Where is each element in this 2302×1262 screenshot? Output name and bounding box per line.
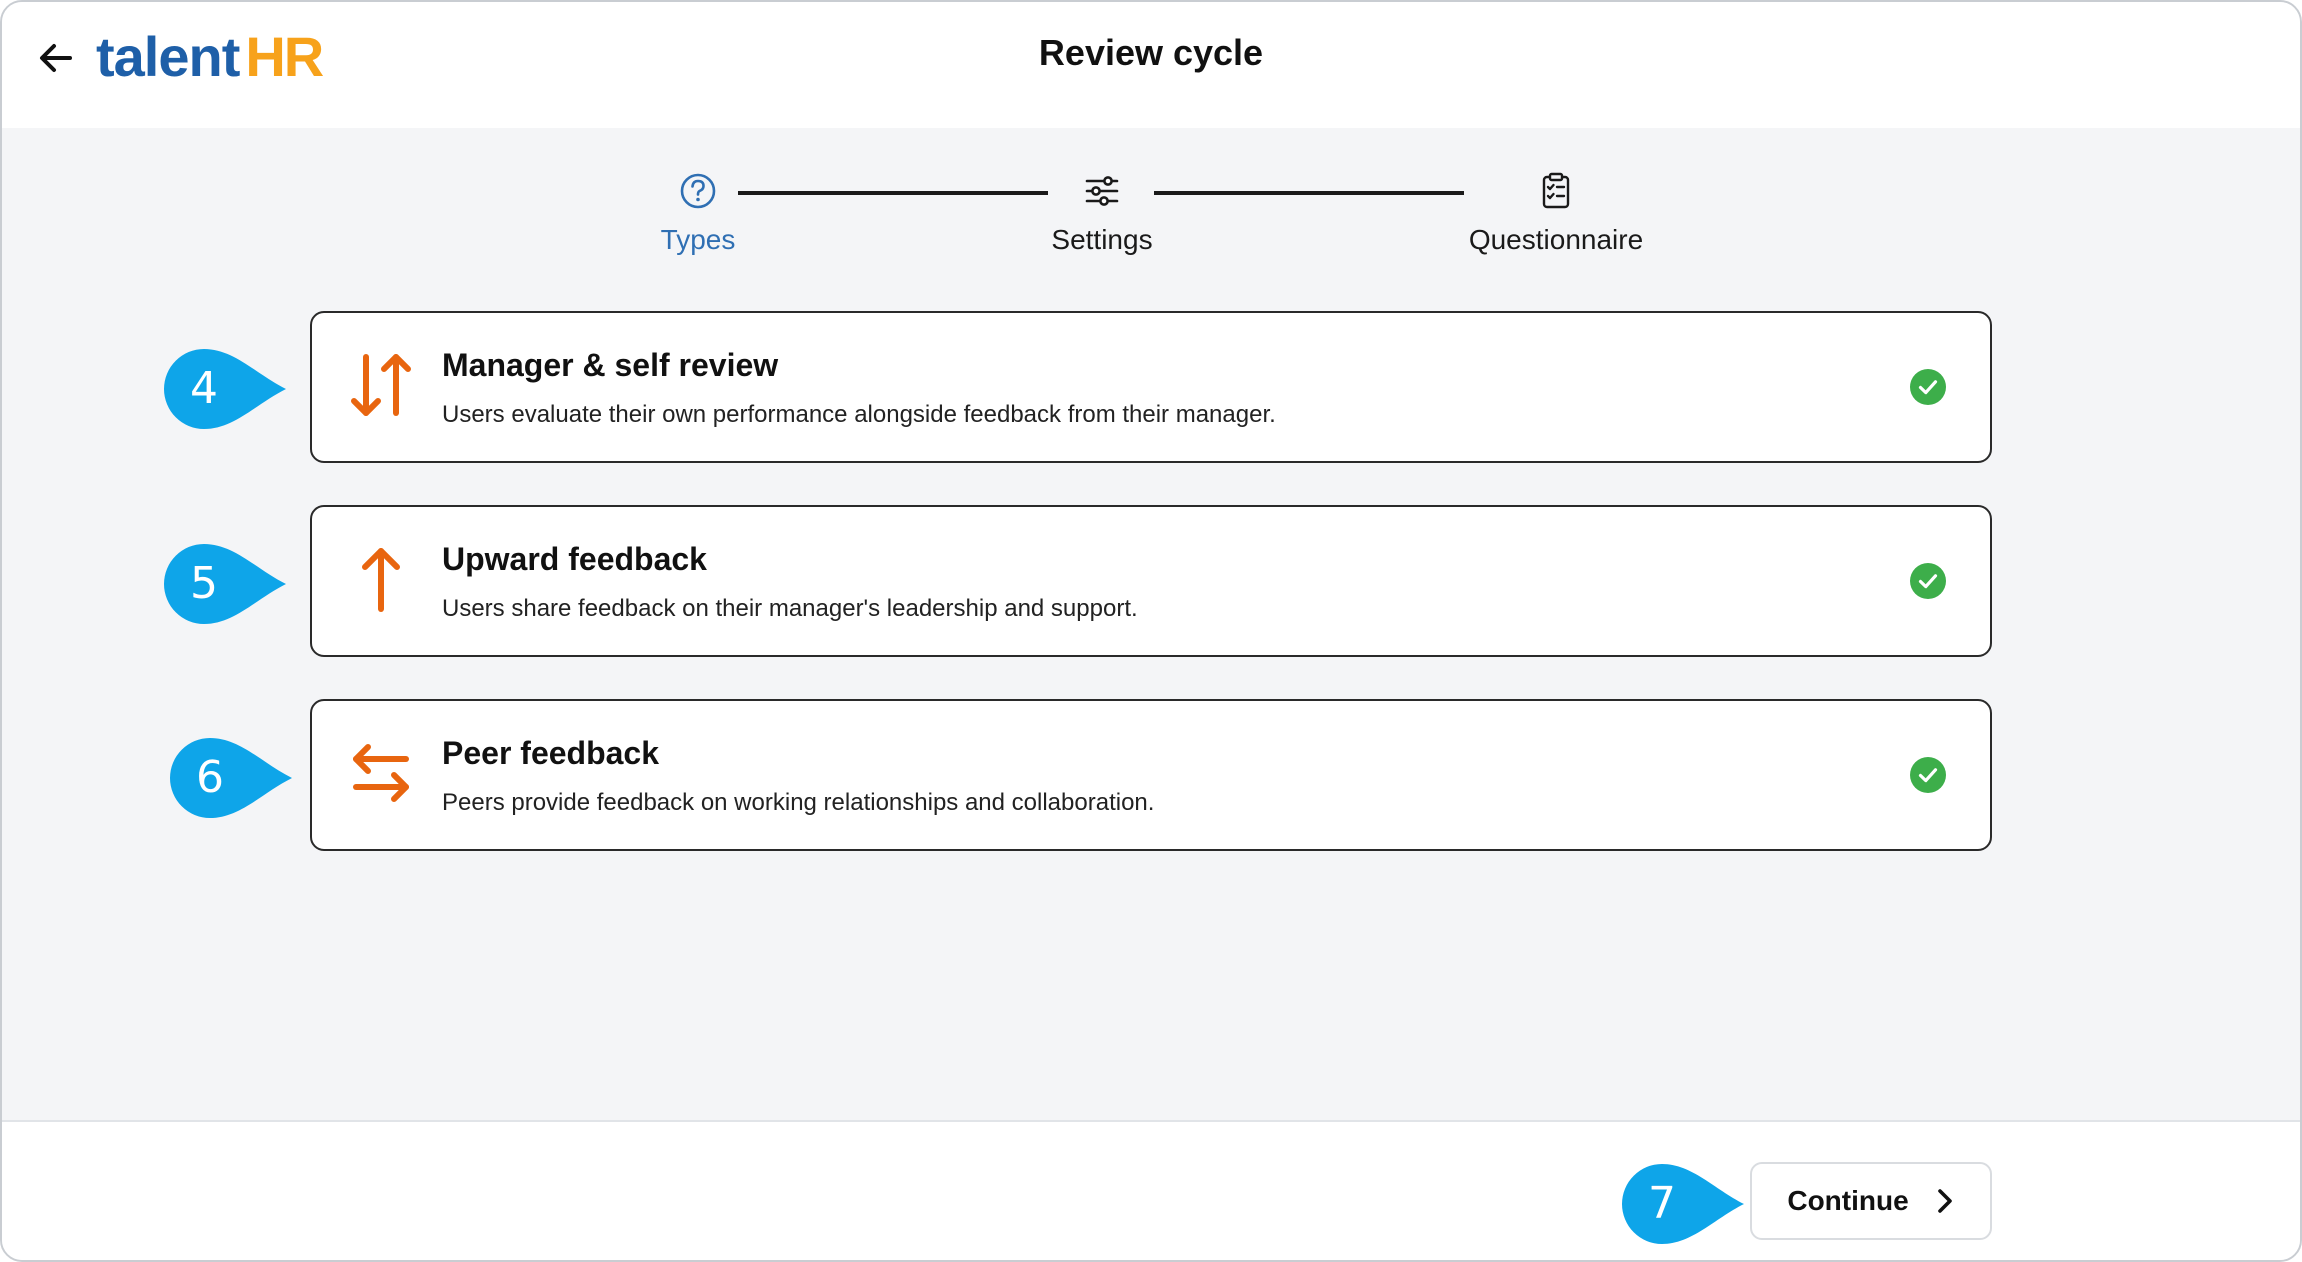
arrows-up-down-icon [351, 354, 411, 416]
clipboard-checklist-icon [1542, 172, 1570, 209]
header: talent HR Review cycle [2, 2, 2300, 128]
app-window: talent HR Review cycle Types Settings Qu… [0, 0, 2302, 1262]
question-circle-icon [680, 173, 716, 209]
callout-number: 5 [190, 558, 218, 609]
check-circle-icon [1910, 369, 1946, 405]
callout-number: 4 [190, 363, 218, 414]
step-label: Types [660, 224, 736, 255]
review-type-peer[interactable]: Peer feedback Peers provide feedback on … [310, 699, 1992, 851]
card-title: Upward feedback [442, 541, 707, 577]
continue-button[interactable]: Continue [1750, 1162, 1992, 1240]
card-title: Manager & self review [442, 347, 779, 383]
sliders-icon [1085, 176, 1119, 206]
callout-number: 6 [196, 752, 224, 803]
check-circle-icon [1910, 757, 1946, 793]
continue-label: Continue [1787, 1185, 1909, 1216]
arrows-left-right-icon [353, 744, 409, 802]
step-questionnaire[interactable]: Questionnaire [1456, 170, 1656, 256]
card-description: Users evaluate their own performance alo… [442, 401, 1276, 428]
check-circle-icon [1910, 563, 1946, 599]
arrow-up-icon [362, 548, 400, 612]
review-type-manager-self[interactable]: Manager & self review Users evaluate the… [310, 311, 1992, 463]
step-label: Settings [1051, 224, 1153, 255]
chevron-right-icon [1937, 1189, 1952, 1213]
card-title: Peer feedback [442, 735, 660, 771]
footer: 7 Continue [2, 1120, 2300, 1260]
review-type-upward[interactable]: Upward feedback Users share feedback on … [310, 505, 1992, 657]
stepper: Types Settings Questionnaire [2, 170, 2300, 270]
card-description: Users share feedback on their manager's … [442, 595, 1138, 622]
step-settings[interactable]: Settings [1002, 170, 1202, 256]
page-title: Review cycle [1038, 32, 1264, 73]
callout-number: 7 [1648, 1178, 1676, 1229]
card-description: Peers provide feedback on working relati… [442, 789, 1155, 816]
step-types[interactable]: Types [598, 170, 798, 256]
step-label: Questionnaire [1468, 224, 1644, 255]
